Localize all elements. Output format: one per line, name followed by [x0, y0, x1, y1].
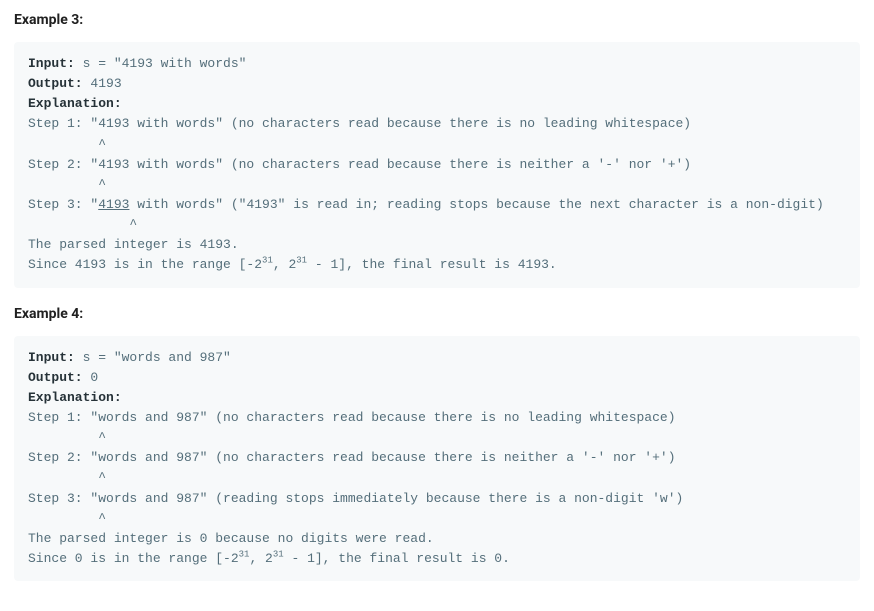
- parsed-line: The parsed integer is 4193.: [28, 237, 239, 252]
- output-label: Output:: [28, 76, 83, 91]
- output-value: 4193: [83, 76, 122, 91]
- range-sup-1: 31: [239, 550, 250, 560]
- step-1-caret: ^: [28, 430, 106, 445]
- range-sup-1: 31: [262, 256, 273, 266]
- step-3-caret: ^: [28, 217, 137, 232]
- input-label: Input:: [28, 350, 75, 365]
- output-label: Output:: [28, 370, 83, 385]
- range-line-a: Since 0 is in the range [-2: [28, 551, 239, 566]
- range-sup-2: 31: [296, 256, 307, 266]
- step-2-caret: ^: [28, 177, 106, 192]
- example-4-title: Example 4:: [14, 306, 874, 322]
- step-1-line: Step 1: "4193 with words" (no characters…: [28, 116, 691, 131]
- explanation-label: Explanation:: [28, 390, 122, 405]
- range-line-c: - 1], the final result is 4193.: [307, 257, 557, 272]
- step-2-caret: ^: [28, 470, 106, 485]
- range-line-b: , 2: [249, 551, 272, 566]
- step-1-caret: ^: [28, 137, 106, 152]
- step-1-line: Step 1: "words and 987" (no characters r…: [28, 410, 676, 425]
- input-value: s = "4193 with words": [75, 56, 247, 71]
- example-3-codeblock: Input: s = "4193 with words" Output: 419…: [14, 42, 860, 288]
- parsed-line: The parsed integer is 0 because no digit…: [28, 531, 434, 546]
- range-line-b: , 2: [273, 257, 296, 272]
- example-3-title: Example 3:: [14, 12, 874, 28]
- step-3-underlined: 4193: [98, 197, 129, 212]
- output-value: 0: [83, 370, 99, 385]
- step-2-line: Step 2: "words and 987" (no characters r…: [28, 450, 676, 465]
- step-3-pre: Step 3: ": [28, 197, 98, 212]
- step-3-caret: ^: [28, 511, 106, 526]
- example-4-codeblock: Input: s = "words and 987" Output: 0 Exp…: [14, 336, 860, 582]
- step-3-line: Step 3: "words and 987" (reading stops i…: [28, 491, 683, 506]
- input-label: Input:: [28, 56, 75, 71]
- input-value: s = "words and 987": [75, 350, 231, 365]
- range-sup-2: 31: [273, 550, 284, 560]
- step-2-line: Step 2: "4193 with words" (no characters…: [28, 157, 691, 172]
- range-line-c: - 1], the final result is 0.: [284, 551, 510, 566]
- step-3-post: with words" ("4193" is read in; reading …: [129, 197, 823, 212]
- explanation-label: Explanation:: [28, 96, 122, 111]
- range-line-a: Since 4193 is in the range [-2: [28, 257, 262, 272]
